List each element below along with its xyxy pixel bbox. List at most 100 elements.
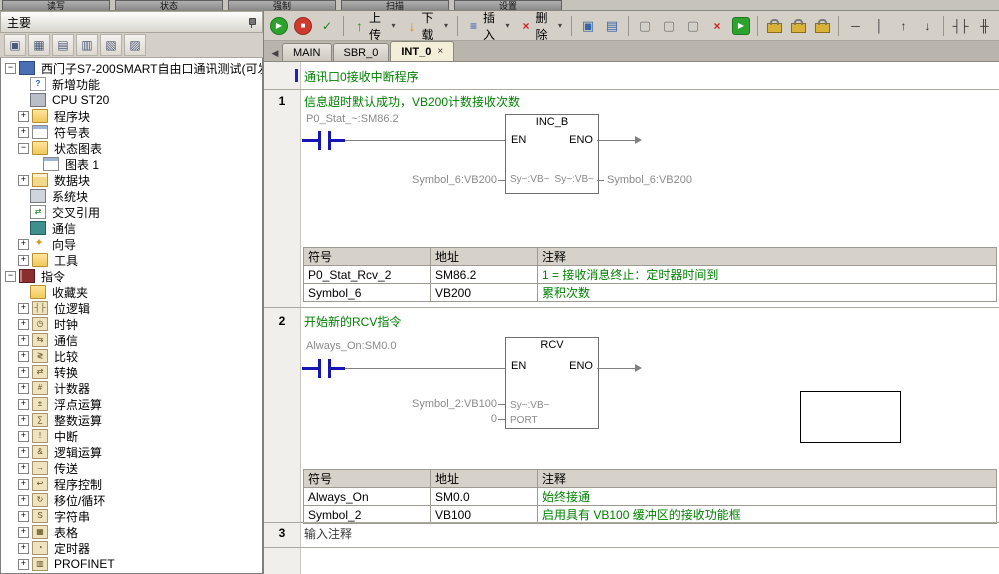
expand-icon[interactable]: + bbox=[18, 351, 29, 362]
ladder-editor[interactable]: 通讯口0接收中断程序 1 信息超时默认成功，VB200计数接收次数 P0_Sta… bbox=[264, 62, 999, 574]
symbol-cell[interactable]: Symbol_6 bbox=[304, 284, 431, 302]
collapse-icon[interactable]: − bbox=[18, 143, 29, 154]
tab-main[interactable]: MAIN bbox=[282, 43, 332, 61]
tree-item-whats-new[interactable]: ?新增功能 bbox=[1, 76, 262, 92]
column-header-address[interactable]: 地址 bbox=[431, 248, 538, 266]
column-header-comment[interactable]: 注释 bbox=[538, 470, 997, 488]
expand-icon[interactable]: + bbox=[18, 479, 29, 490]
tree-item-program-block[interactable]: +程序块 bbox=[1, 108, 262, 124]
tree-item-profinet[interactable]: +▥PROFINET bbox=[1, 556, 262, 572]
run-button[interactable]: ▶ bbox=[268, 15, 290, 37]
tree-item-instructions[interactable]: −指令 bbox=[1, 268, 262, 284]
tree-item-integer-math[interactable]: +∑整数运算 bbox=[1, 412, 262, 428]
insert-contact-button[interactable]: ┤├ bbox=[949, 15, 971, 37]
expand-icon[interactable]: + bbox=[18, 527, 29, 538]
column-header-comment[interactable]: 注释 bbox=[538, 248, 997, 266]
comment-cell[interactable]: 累积次数 bbox=[538, 284, 997, 302]
contact-left-bar[interactable] bbox=[318, 359, 321, 378]
routine-comment[interactable]: 通讯口0接收中断程序 bbox=[304, 68, 419, 85]
symbol-cell[interactable]: P0_Stat_Rcv_2 bbox=[304, 266, 431, 284]
wire-segment[interactable] bbox=[302, 367, 318, 370]
ribbon-group-button[interactable]: 强制 bbox=[228, 0, 336, 11]
tree-item-data-block[interactable]: +数据块 bbox=[1, 172, 262, 188]
status-chart-view-icon[interactable]: ▤ bbox=[52, 34, 74, 56]
bookmark-next-button[interactable]: ▤ bbox=[601, 15, 623, 37]
expand-icon[interactable]: + bbox=[18, 447, 29, 458]
tree-item-tools[interactable]: +工具 bbox=[1, 252, 262, 268]
compile-button[interactable]: ✓ bbox=[316, 15, 338, 37]
pin-icon[interactable] bbox=[247, 18, 256, 27]
symbol-table-1[interactable]: 符号 地址 注释 P0_Stat_Rcv_2 SM86.2 1 = 接收消息终止… bbox=[303, 247, 997, 302]
tree-item-communications[interactable]: 通信 bbox=[1, 220, 262, 236]
tree-item-chart-1[interactable]: 图表 1 bbox=[1, 156, 262, 172]
expand-icon[interactable]: + bbox=[18, 239, 29, 250]
network-1-title[interactable]: 信息超时默认成功，VB200计数接收次数 bbox=[304, 93, 520, 110]
expand-icon[interactable]: + bbox=[18, 431, 29, 442]
tree-item-program-control[interactable]: +↩程序控制 bbox=[1, 476, 262, 492]
tree-item-comm-instructions[interactable]: +⇆通信 bbox=[1, 332, 262, 348]
address-cell[interactable]: VB100 bbox=[431, 506, 538, 524]
tab-sbr0[interactable]: SBR_0 bbox=[333, 43, 390, 61]
expand-icon[interactable]: + bbox=[18, 495, 29, 506]
table-row[interactable]: P0_Stat_Rcv_2 SM86.2 1 = 接收消息终止：定时器时间到 bbox=[304, 266, 997, 284]
draw-line-up-button[interactable]: ↑ bbox=[892, 15, 914, 37]
window-view-3-button[interactable]: ▢ bbox=[682, 15, 704, 37]
address-cell[interactable]: SM86.2 bbox=[431, 266, 538, 284]
tree-item-string[interactable]: +S字符串 bbox=[1, 508, 262, 524]
tbl-operand[interactable]: Symbol_2:VB100 bbox=[410, 398, 497, 410]
expand-icon[interactable]: + bbox=[18, 559, 29, 570]
network-3-title[interactable]: 输入注释 bbox=[304, 525, 352, 542]
insert-button[interactable]: ≡插入▾ bbox=[463, 15, 514, 37]
expand-icon[interactable]: + bbox=[18, 383, 29, 394]
comment-cell[interactable]: 1 = 接收消息终止：定时器时间到 bbox=[538, 266, 997, 284]
wire-segment[interactable] bbox=[331, 367, 345, 370]
tree-item-system-block[interactable]: 系统块 bbox=[1, 188, 262, 204]
tree-item-convert[interactable]: +⇄转换 bbox=[1, 364, 262, 380]
views-icon[interactable]: ▣ bbox=[4, 34, 26, 56]
download-button[interactable]: ↓下载▾ bbox=[402, 15, 453, 37]
tree-item-favorites[interactable]: 收藏夹 bbox=[1, 284, 262, 300]
inc-b-box[interactable]: INC_B EN ENO Sy~:VB~ Sy~:VB~ bbox=[505, 114, 599, 194]
wire-segment[interactable] bbox=[331, 139, 345, 142]
expand-icon[interactable]: + bbox=[18, 319, 29, 330]
expand-icon[interactable]: + bbox=[18, 463, 29, 474]
tree-item-bit-logic[interactable]: +┤├位逻辑 bbox=[1, 300, 262, 316]
bookmark-toggle-button[interactable]: ▣ bbox=[577, 15, 599, 37]
tree-item-table-instructions[interactable]: +▦表格 bbox=[1, 524, 262, 540]
expand-icon[interactable]: + bbox=[18, 511, 29, 522]
expand-icon[interactable]: + bbox=[18, 399, 29, 410]
network-2-contact-operand[interactable]: Always_On:SM0.0 bbox=[306, 340, 396, 352]
expand-icon[interactable]: + bbox=[18, 415, 29, 426]
expand-icon[interactable]: + bbox=[18, 367, 29, 378]
network-1-number[interactable]: 1 bbox=[264, 94, 300, 108]
address-cell[interactable]: VB200 bbox=[431, 284, 538, 302]
contact-left-bar[interactable] bbox=[318, 131, 321, 150]
tree-item-wizards[interactable]: +✦向导 bbox=[1, 236, 262, 252]
tab-scroll-left-icon[interactable]: ◀ bbox=[268, 45, 282, 61]
expand-icon[interactable]: + bbox=[18, 127, 29, 138]
table-row[interactable]: Symbol_2 VB100 启用具有 VB100 缓冲区的接收功能框 bbox=[304, 506, 997, 524]
network-3-number[interactable]: 3 bbox=[264, 526, 300, 540]
collapse-icon[interactable]: − bbox=[5, 271, 16, 282]
lock-2-button[interactable] bbox=[787, 15, 809, 37]
tree-item-symbol-table[interactable]: +符号表 bbox=[1, 124, 262, 140]
tree-item-move[interactable]: +→传送 bbox=[1, 460, 262, 476]
ribbon-group-button[interactable]: 状态 bbox=[115, 0, 223, 11]
data-block-view-icon[interactable]: ▥ bbox=[76, 34, 98, 56]
output-window-icon[interactable]: ▨ bbox=[124, 34, 146, 56]
upload-button[interactable]: ↑上传▾ bbox=[349, 15, 400, 37]
ribbon-group-button[interactable]: 扫描 bbox=[341, 0, 449, 11]
tree-item-counters[interactable]: +#计数器 bbox=[1, 380, 262, 396]
column-header-address[interactable]: 地址 bbox=[431, 470, 538, 488]
tab-close-icon[interactable]: × bbox=[437, 46, 443, 57]
tree-item-timers[interactable]: +◔定时器 bbox=[1, 540, 262, 556]
lock-3-button[interactable] bbox=[811, 15, 833, 37]
expand-icon[interactable]: + bbox=[18, 255, 29, 266]
tree-item-cpu[interactable]: CPU ST20 bbox=[1, 92, 262, 108]
cross-reference-view-icon[interactable]: ▧ bbox=[100, 34, 122, 56]
tree-item-shift-rotate[interactable]: +↻移位/循环 bbox=[1, 492, 262, 508]
wire-segment[interactable] bbox=[302, 139, 318, 142]
program-status-button[interactable]: ▶ bbox=[730, 15, 752, 37]
tree-item-project[interactable]: −西门子S7-200SMART自由口通讯测试(可发 bbox=[1, 60, 262, 76]
stop-button[interactable]: ■ bbox=[292, 15, 314, 37]
